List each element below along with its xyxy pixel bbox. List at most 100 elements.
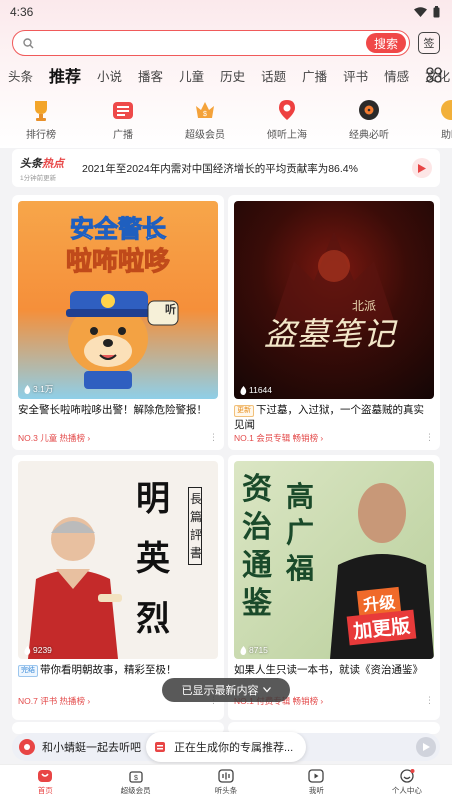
tab-topics[interactable]: 话题 (253, 66, 294, 85)
tab-storytelling[interactable]: 评书 (335, 66, 376, 85)
hot-news-bar[interactable]: 头条热点 1分钟前更新 2021年至2024年内需对中国经济增长的平均贡献率为8… (12, 149, 440, 187)
tab-history[interactable]: 历史 (212, 66, 253, 85)
album-title: 更新 下过墓，入过狱，一个盗墓贼的真实见闻 (234, 403, 434, 433)
tab-headlines[interactable]: 头条 (0, 66, 41, 85)
bottom-nav: 首页 $ 超级会员 听头条 我听 个人中心 (0, 764, 452, 800)
status-icons (414, 6, 440, 18)
album-title: 如果人生只读一本书，就读《资治通鉴》 (234, 663, 434, 678)
quick-link-label: 助眠 (441, 130, 452, 141)
album-title: 完结 带你看明朝故事，精彩至极！ (18, 663, 218, 678)
quick-link-super-vip[interactable]: $ 超级会员 (164, 98, 246, 146)
storyteller-illustration (28, 517, 122, 659)
play-count-value: 8715 (249, 645, 268, 655)
cover-title: 高广福 (286, 480, 315, 585)
album-cover: 北派 盗墓笔记 11644 (234, 201, 434, 399)
quick-links: 排行榜 广播 $ 超级会员 倾听上海 经典必听 助眠 (0, 98, 452, 146)
nav-super-vip[interactable]: $ 超级会员 (90, 765, 180, 800)
cover-title: 明 (136, 479, 170, 519)
flame-icon (240, 385, 247, 395)
chevron-down-icon (262, 687, 271, 693)
category-tabs: 头条 推荐 小说 播客 儿童 历史 话题 广播 评书 情感 文化 (0, 62, 452, 88)
search-box[interactable]: 搜索 (12, 30, 410, 56)
album-title-text: 下过墓，入过狱，一个盗墓贼的真实见闻 (234, 404, 424, 431)
cover-title: 英 (136, 539, 170, 579)
album-cover: 资治通鉴 高广福 升级 加更版 8715 (234, 461, 434, 659)
quick-link-rankings[interactable]: 排行榜 (0, 98, 82, 146)
quick-link-radio[interactable]: 广播 (82, 98, 164, 146)
quick-link-shanghai[interactable]: 倾听上海 (246, 98, 328, 146)
more-icon[interactable]: ⋮ (425, 695, 434, 707)
more-icon[interactable]: ⋮ (425, 432, 434, 444)
quick-link-sleep[interactable]: 助眠 (410, 98, 452, 146)
nav-label: 个人中心 (391, 786, 422, 795)
quick-link-classics[interactable]: 经典必听 (328, 98, 410, 146)
cover-badge: 听 (165, 304, 176, 316)
play-count-value: 11644 (249, 385, 273, 395)
home-icon (38, 770, 53, 782)
generating-recommendations-pill: 正在生成你的专属推荐... (146, 732, 306, 762)
album-rank[interactable]: NO.3 儿童 热播榜 › ⋮ (18, 432, 218, 444)
police-dog-illustration (66, 291, 179, 389)
tab-emotion[interactable]: 情感 (376, 66, 417, 85)
quick-link-label: 广播 (113, 130, 133, 141)
profile-icon (400, 769, 415, 783)
status-time: 4:36 (10, 5, 34, 19)
generating-text: 正在生成你的专属推荐... (174, 742, 294, 754)
location-pin-icon (279, 100, 295, 120)
category-grid-icon[interactable] (426, 67, 442, 83)
nav-label: 我听 (308, 786, 324, 795)
nav-profile[interactable]: 个人中心 (362, 765, 452, 800)
play-box-icon (308, 769, 325, 783)
hot-news-play-button[interactable] (412, 158, 432, 178)
album-title-text: 带你看明朝故事，精彩至极！ (40, 664, 177, 676)
more-icon[interactable]: ⋮ (209, 432, 218, 444)
cover-title: 资治通鉴 (242, 472, 272, 621)
quick-link-label: 超级会员 (185, 130, 225, 141)
album-title-text: 如果人生只读一本书，就读《资治通鉴》 (234, 664, 423, 676)
search-button[interactable]: 搜索 (365, 33, 406, 53)
tomb-illustration (274, 231, 394, 321)
cover-title: 盗墓笔记 (264, 315, 397, 353)
vip-bag-icon: $ (128, 771, 143, 783)
album-rank[interactable]: NO.1 会员专辑 畅销榜 › ⋮ (234, 432, 434, 444)
trophy-icon (35, 101, 47, 121)
hot-news-updated: 1分钟前更新 (20, 174, 57, 182)
mini-player-play-button[interactable] (416, 737, 436, 757)
dragonfly-avatar-icon (19, 739, 35, 755)
status-bar: 4:36 (0, 0, 452, 24)
cover-subtitle: 長篇評書 (188, 487, 202, 565)
update-tag: 更新 (234, 405, 254, 417)
nav-label: 首页 (37, 786, 53, 795)
tab-radio[interactable]: 广播 (294, 66, 335, 85)
refresh-toast-text: 已显示最新内容 (181, 685, 259, 697)
tab-novel[interactable]: 小说 (89, 66, 130, 85)
sign-in-button[interactable]: 签 (418, 32, 440, 54)
search-row: 搜索 签 (12, 30, 440, 56)
tab-recommend[interactable]: 推荐 (41, 63, 89, 87)
battery-icon (433, 6, 440, 18)
flame-icon (240, 645, 247, 655)
play-icon (418, 163, 426, 173)
search-input[interactable] (40, 33, 366, 53)
quick-link-label: 排行榜 (26, 130, 56, 141)
cover-title: 啦咘啦哆 (65, 246, 170, 277)
nav-headlines[interactable]: 听头条 (181, 765, 271, 800)
tab-podcast[interactable]: 播客 (130, 66, 171, 85)
moon-icon (441, 100, 452, 120)
album-card[interactable]: 安全警长 啦咘啦哆 听 3.1万 安全警长啦咘啦哆出警！解除危险警报！ NO.3… (12, 195, 224, 450)
album-rank-text: NO.1 会员专辑 畅销榜 › (234, 433, 324, 443)
nav-home[interactable]: 首页 (0, 765, 90, 800)
sound-wave-icon (218, 769, 234, 783)
finished-tag: 完结 (18, 665, 38, 677)
play-count-value: 3.1万 (33, 384, 54, 394)
hot-news-headline: 2021年至2024年内需对中国经济增长的平均贡献率为86.4% (82, 162, 358, 175)
album-cover: 安全警长 啦咘啦哆 听 3.1万 (18, 201, 218, 399)
play-count: 8715 (240, 645, 268, 655)
tab-children[interactable]: 儿童 (171, 66, 212, 85)
hot-news-logo-text: 头条热点 (20, 155, 72, 171)
play-count-value: 9239 (33, 645, 52, 655)
quick-link-label: 倾听上海 (267, 130, 307, 141)
quick-link-label: 经典必听 (349, 130, 389, 141)
nav-my-listening[interactable]: 我听 (271, 765, 361, 800)
album-card[interactable]: 北派 盗墓笔记 11644 更新 下过墓，入过狱，一个盗墓贼的真实见闻 NO.1 … (228, 195, 440, 450)
